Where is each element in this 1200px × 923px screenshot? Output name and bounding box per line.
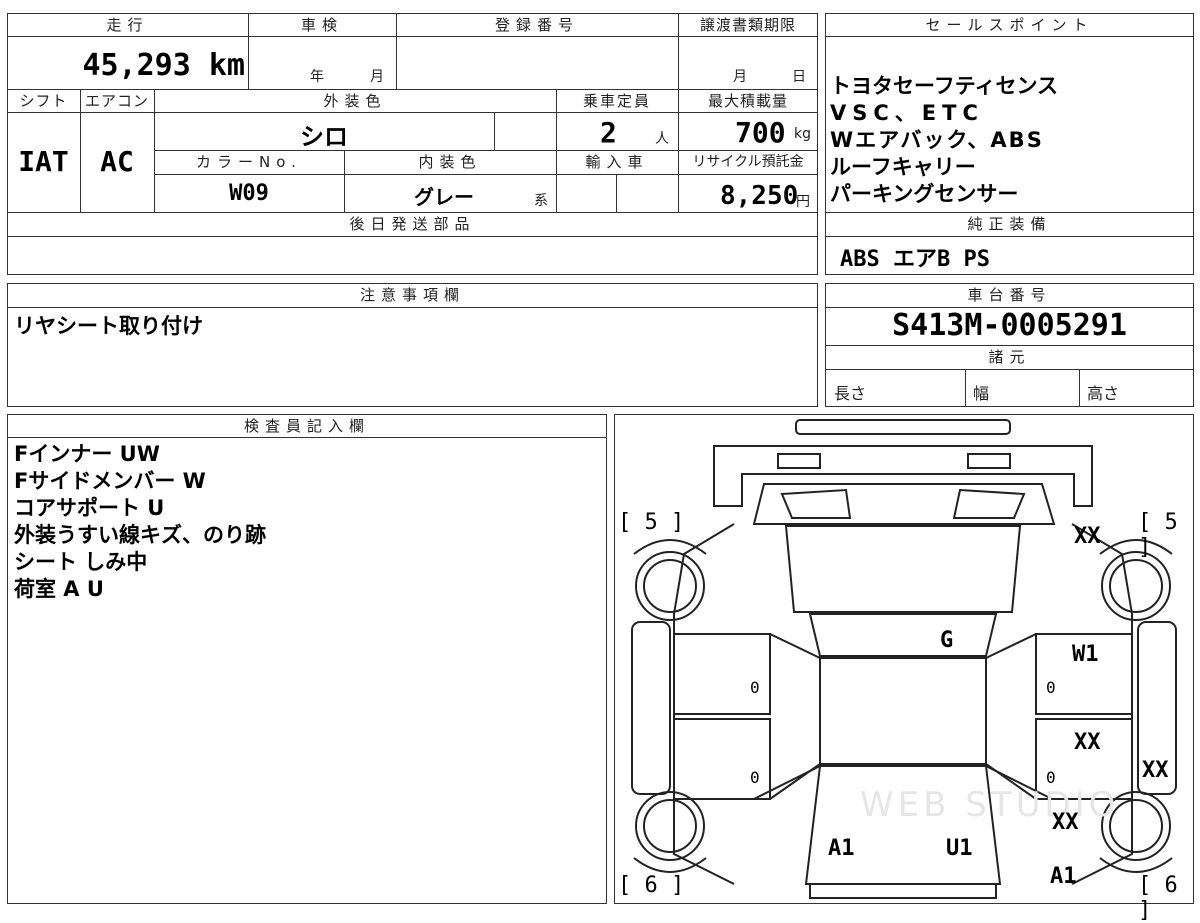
max-load-value: 700 [735, 116, 786, 149]
mark-right-rear-door: XX [1074, 730, 1101, 755]
sales-point-3: Wエアバック、ABS [830, 128, 1044, 152]
spec-length: 長さ [834, 384, 867, 403]
notes-value: リヤシート取り付け [14, 314, 203, 338]
notes-header: 注意事項欄 [359, 286, 465, 304]
capacity-header: 乗車定員 [582, 92, 651, 110]
mileage-value: 45,293 km [82, 48, 245, 83]
zero-right-rear-door: 0 [1046, 768, 1056, 787]
exterior-color-value: シロ [300, 123, 348, 151]
chassis-number: S413M-0005291 [892, 308, 1127, 343]
exterior-color-header: 外装色 [323, 92, 387, 110]
sales-point-4: ルーフキャリー [830, 155, 976, 179]
tire-front-left: [ 5 ] [618, 510, 685, 535]
inspection-header: 車検 [300, 16, 343, 34]
zero-left-front-door: 0 [750, 678, 760, 697]
capacity-unit: 人 [655, 131, 669, 147]
zero-left-rear-door: 0 [750, 768, 760, 787]
max-load-unit: kg [794, 126, 811, 142]
inspector-note-5: シート しみ中 [14, 550, 148, 574]
inspector-note-1: Fインナー UW [14, 442, 160, 466]
mark-front-right-fender: XX [1074, 524, 1101, 549]
chassis-header: 車台番号 [967, 286, 1052, 304]
genuine-equipment-value: ABS エアB PS [840, 247, 990, 272]
zero-right-front-door: 0 [1046, 678, 1056, 697]
inspector-note-4: 外装うすい線キズ、のり跡 [14, 523, 266, 547]
transfer-deadline-header: 譲渡書類期限 [699, 16, 796, 34]
shift-value: IAT [18, 145, 69, 178]
inspection-year-label: 年 [310, 69, 324, 85]
interior-color-value: グレー [414, 185, 474, 209]
inspector-note-3: コアサポート U [14, 496, 165, 520]
aircon-value: AC [100, 145, 134, 178]
inspection-month-label: 月 [370, 69, 384, 85]
mark-rear-right-fender: XX [1052, 810, 1079, 835]
spec-height: 高さ [1087, 384, 1120, 403]
tire-rear-left: [ 6 ] [618, 873, 685, 898]
aircon-header: エアコン [84, 92, 149, 110]
registration-header: 登録番号 [494, 16, 579, 34]
inspector-header: 検査員記入欄 [243, 417, 370, 435]
import-car-header: 輸入車 [585, 153, 649, 171]
color-no-value: W09 [229, 181, 269, 206]
mileage-header: 走行 [106, 16, 149, 34]
color-no-header: カラーNo. [196, 153, 302, 171]
mark-right-side-step: XX [1142, 758, 1169, 783]
recycle-fee-header: リサイクル預託金 [692, 154, 804, 170]
recycle-fee-value: 8,250 [720, 181, 799, 211]
transfer-day-label: 日 [792, 69, 806, 85]
inspector-note-6: 荷室 A U [14, 577, 104, 601]
mark-right-front-door: W1 [1072, 642, 1099, 667]
car-body-outline [631, 419, 1177, 899]
sales-point-2: VSC、ETC [830, 101, 984, 125]
specs-header: 諸元 [988, 348, 1031, 366]
transfer-month-label: 月 [733, 69, 747, 85]
watermark: WEB STUDIO [860, 785, 1120, 825]
tire-front-right: [ 5 ] [1138, 510, 1178, 560]
mark-rear-right-corner: A1 [1050, 864, 1077, 889]
inspector-note-2: Fサイドメンバー W [14, 469, 206, 493]
mark-rear-left-panel: A1 [828, 836, 855, 861]
mark-rear-right-panel: U1 [946, 836, 973, 861]
recycle-fee-unit: 円 [796, 194, 810, 210]
genuine-equipment-header: 純正装備 [967, 215, 1052, 233]
sales-point-5: パーキングセンサー [830, 182, 1019, 206]
tire-rear-right: [ 6 ] [1138, 873, 1178, 923]
later-parts-header: 後日発送部品 [349, 215, 476, 233]
sales-point-1: トヨタセーフティセンス [830, 74, 1059, 98]
sales-points-header: セールスポイント [925, 16, 1094, 34]
max-load-header: 最大積載量 [707, 92, 788, 110]
interior-color-suffix: 系 [534, 193, 548, 209]
shift-header: シフト [19, 92, 68, 110]
spec-width: 幅 [973, 384, 990, 403]
interior-color-header: 内装色 [418, 153, 482, 171]
mark-roof-glass: G [940, 628, 954, 653]
capacity-value: 2 [600, 116, 617, 149]
